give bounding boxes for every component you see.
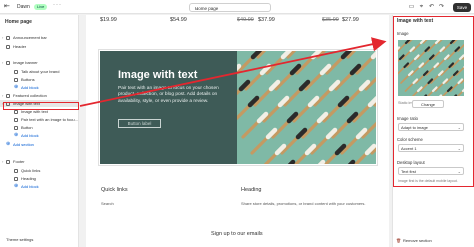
footer-heading-text: Share store details, promotions, or bran…: [241, 201, 366, 206]
sidebar-item[interactable]: › Image banner: [0, 59, 78, 66]
desktop-preview-icon[interactable]: ▭: [407, 3, 416, 11]
sidebar-item[interactable]: ⊕ Add block: [0, 183, 78, 190]
section-body: Pair text with an image to focus on your…: [118, 86, 219, 104]
layout-icon: [6, 35, 10, 40]
text-icon: [14, 176, 18, 181]
sidebar-item[interactable]: Pair text with an image to focu...: [0, 116, 78, 123]
more-actions-icon[interactable]: ···: [53, 2, 62, 8]
toothbrush-image: [237, 51, 376, 164]
collection-icon: [6, 93, 10, 98]
sidebar-item-label: Add section: [13, 142, 34, 147]
sidebar-item[interactable]: ⊕ Add block: [0, 84, 78, 91]
sidebar-item-label: Add block: [21, 85, 39, 90]
live-badge: Live: [34, 3, 48, 10]
chevron-right-icon[interactable]: ›: [2, 92, 3, 99]
chevron-right-icon[interactable]: ›: [2, 34, 3, 41]
preview-canvas: $19.99 $54.99 $49.99 $37.99 $35.99 $27.99 Ima…: [86, 15, 389, 247]
sidebar-item-label: Add block: [21, 184, 39, 189]
product-price: $37.99: [258, 17, 275, 23]
text-icon: [14, 69, 18, 74]
redo-icon[interactable]: ↷: [437, 3, 446, 11]
sidebar-title: Home page: [5, 19, 32, 25]
text-icon: [14, 109, 18, 114]
product-price: $54.99: [170, 17, 187, 23]
sidebar-item-label: Image banner: [13, 60, 38, 65]
sidebar-item[interactable]: Quick links: [0, 167, 78, 174]
sidebar-item-label: Talk about your brand: [21, 69, 60, 74]
sidebar-item[interactable]: Heading: [0, 175, 78, 182]
store-name: Dawn: [17, 4, 30, 10]
sidebar-item-label: Footer: [13, 159, 25, 164]
sidebar-item[interactable]: › Footer: [0, 158, 78, 165]
inspector-icon[interactable]: ⌖: [417, 3, 426, 11]
button-icon: [14, 77, 18, 82]
remove-section-button[interactable]: Remove section: [403, 238, 432, 243]
sidebar-item[interactable]: › Featured collection: [0, 92, 78, 99]
menu-icon: [14, 168, 18, 173]
footer-search-link[interactable]: Search: [101, 201, 114, 206]
sidebar-item-label: Heading: [21, 176, 36, 181]
sidebar-selection-highlight: [3, 102, 79, 110]
sidebar-item-label: Quick links: [21, 168, 41, 173]
sidebar-item-label: Header: [13, 44, 27, 49]
sidebar-item-label: Buttons: [21, 77, 35, 82]
footer-icon: [6, 159, 10, 164]
text-icon: [14, 117, 18, 122]
product-price: $19.99: [100, 17, 117, 23]
header-icon: [6, 44, 10, 49]
trash-icon[interactable]: 🗑: [396, 238, 401, 243]
newsletter-heading: Sign up to our emails: [211, 231, 263, 237]
sidebar-item[interactable]: ⊕ Add block: [0, 132, 78, 139]
sidebar-item-label: Announcement bar: [13, 35, 47, 40]
image-icon: [6, 60, 10, 65]
plus-icon: ⊕: [14, 183, 19, 189]
sidebar-item-label: Add block: [21, 133, 39, 138]
chevron-right-icon[interactable]: ›: [2, 158, 3, 165]
sidebar-item-label: Featured collection: [13, 93, 47, 98]
sidebar-item[interactable]: Header: [0, 43, 78, 50]
section-button[interactable]: Button label: [118, 119, 161, 128]
sidebar-item[interactable]: › Announcement bar: [0, 34, 78, 41]
top-bar: ⇤ Dawn Live ··· Home page ⌄ ▭ ⌖ ↶ ↷ Save: [0, 0, 474, 14]
sidebar-item-label: Button: [21, 125, 33, 130]
theme-settings-link[interactable]: Theme settings: [6, 237, 33, 242]
quick-links-heading: Quick links: [101, 187, 128, 193]
sections-sidebar: Home page › Announcement bar Header › Image …: [0, 15, 79, 247]
sidebar-item[interactable]: Buttons: [0, 76, 78, 83]
product-price: $27.99: [342, 17, 359, 23]
plus-icon: ⊕: [14, 84, 19, 90]
sidebar-item[interactable]: ⊕ Add section: [0, 141, 78, 148]
chevron-right-icon[interactable]: ›: [2, 59, 3, 66]
section-heading: Image with text: [118, 69, 198, 81]
undo-icon[interactable]: ↶: [427, 3, 436, 11]
settings-highlight-box: [393, 16, 474, 187]
footer-heading: Heading: [241, 187, 262, 193]
button-icon: [14, 125, 18, 130]
sidebar-item[interactable]: Talk about your brand: [0, 68, 78, 75]
plus-icon: ⊕: [14, 132, 19, 138]
save-button[interactable]: Save: [453, 3, 471, 12]
plus-icon: ⊕: [6, 141, 11, 147]
chevron-down-icon: ⌄: [195, 5, 199, 11]
exit-icon[interactable]: ⇤: [4, 3, 13, 11]
compare-at-price: $49.99: [237, 17, 254, 23]
page-selector[interactable]: Home page ⌄: [189, 3, 271, 12]
text-panel: Image with text Pair text with an image …: [100, 51, 237, 164]
sidebar-item-label: Pair text with an image to focu...: [21, 117, 78, 122]
compare-at-price: $35.99: [322, 17, 339, 23]
sidebar-item[interactable]: Button: [0, 124, 78, 131]
